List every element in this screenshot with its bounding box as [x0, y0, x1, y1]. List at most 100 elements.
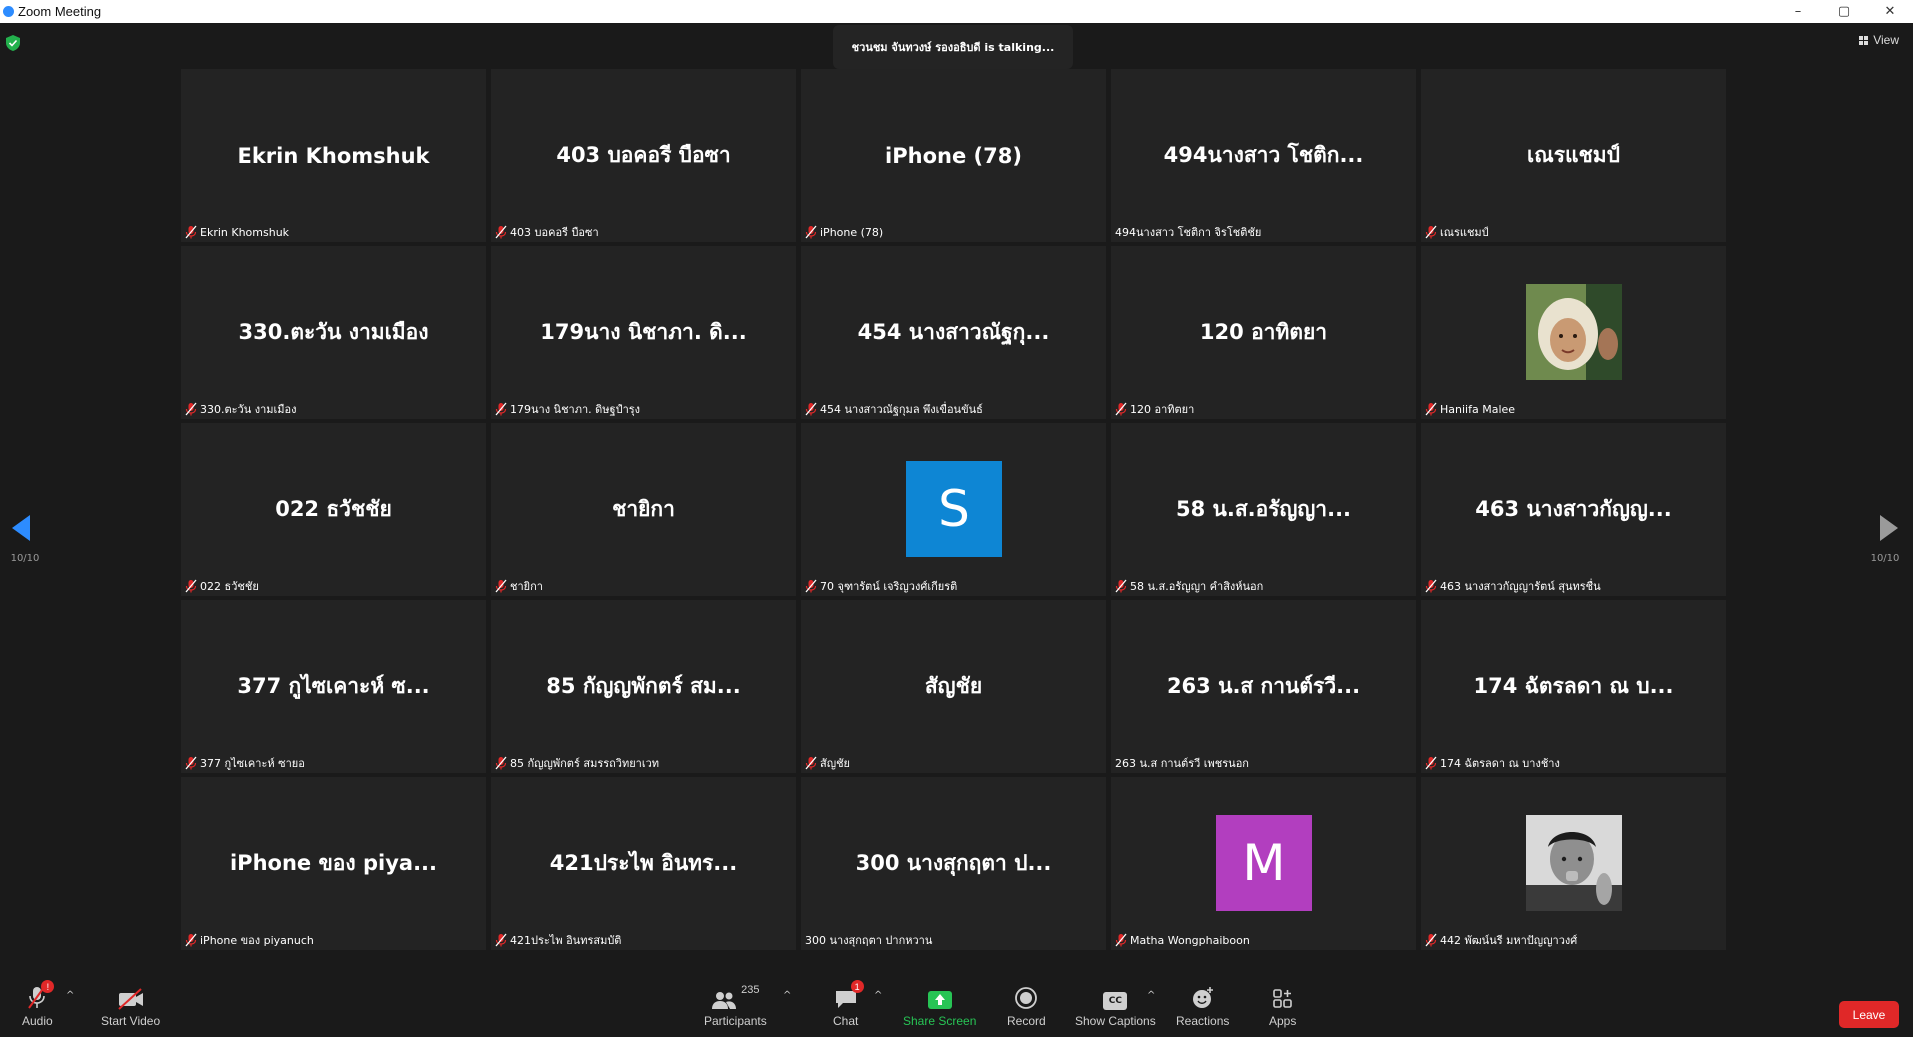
next-page-nav[interactable]: 10/10 — [1860, 513, 1910, 564]
participant-name-label: 494นางสาว โชติกา จิรโชติชัย — [1115, 224, 1261, 240]
mic-muted-icon — [185, 579, 197, 593]
record-button[interactable]: Record — [1007, 984, 1046, 1028]
window-titlebar: Zoom Meeting – ▢ ✕ — [0, 0, 1913, 23]
share-screen-icon — [927, 984, 953, 1010]
audio-label: Audio — [22, 1014, 53, 1028]
participant-tile[interactable]: 494นางสาว โชติก... 494นางสาว โชติกา จิรโช… — [1111, 69, 1416, 242]
participant-tile[interactable]: 442 พัฒน์นรี มหาปัญญาวงศ์ — [1421, 777, 1726, 950]
participants-label: Participants — [704, 1014, 767, 1028]
mic-muted-icon — [805, 225, 817, 239]
security-shield-icon[interactable] — [6, 35, 20, 51]
participant-name-label: เณรแชมป์ — [1425, 224, 1489, 240]
audio-button[interactable]: ! Audio — [22, 980, 55, 1028]
participant-name-display: 022 ธวัชชัย — [275, 497, 392, 521]
participant-name: 463 นางสาวกัญญารัตน์ สุนทรชื่น — [1440, 580, 1601, 593]
participant-tile[interactable]: 454 นางสาวณัฐกุ... 454 นางสาวณัฐกุมล พึงเ… — [801, 246, 1106, 419]
participant-tile[interactable]: ชายิกา ชายิกา — [491, 423, 796, 596]
record-icon — [1014, 984, 1038, 1010]
mic-muted-icon — [495, 402, 507, 416]
mic-muted-icon — [185, 225, 197, 239]
participant-tile[interactable]: S 70 จุฑารัตน์ เจริญวงศ์เกียรติ — [801, 423, 1106, 596]
participant-tile[interactable]: 463 นางสาวกัญญ... 463 นางสาวกัญญารัตน์ สุ… — [1421, 423, 1726, 596]
participant-tile[interactable]: M Matha Wongphaiboon — [1111, 777, 1416, 950]
start-video-button[interactable]: Start Video — [101, 984, 160, 1028]
participant-tile[interactable]: 263 น.ส กานต์รวี... 263 น.ส กานต์รวี เพชร… — [1111, 600, 1416, 773]
mic-muted-icon — [185, 756, 197, 770]
chat-options-caret-icon[interactable]: ^ — [874, 990, 882, 1001]
participant-name-display: 179นาง นิชาภา. ดิ... — [540, 320, 747, 344]
mic-muted-icon — [805, 756, 817, 770]
participants-count: 235 — [741, 984, 760, 996]
participant-tile[interactable]: 58 น.ส.อรัญญา... 58 น.ส.อรัญญา คำสิงห์นอก — [1111, 423, 1416, 596]
participant-name-display: 421ประไพ อินทร... — [549, 851, 738, 875]
participant-tile[interactable]: Ekrin Khomshuk Ekrin Khomshuk — [181, 69, 486, 242]
restore-button[interactable]: ▢ — [1821, 0, 1867, 23]
chat-button[interactable]: 1 Chat — [833, 980, 864, 1028]
participant-name-label: 300 นางสุกฤตา ปากหวาน — [805, 932, 932, 948]
participant-tile[interactable]: 174 ฉัตรลดา ณ บ... 174 ฉัตรลดา ณ บางช้าง — [1421, 600, 1726, 773]
next-page-arrow-icon[interactable] — [1860, 513, 1910, 543]
participant-tile[interactable]: 421ประไพ อินทร... 421ประไพ อินทรสมบัติ — [491, 777, 796, 950]
participants-button[interactable]: 235 Participants — [704, 984, 767, 1028]
participant-photo — [1526, 815, 1622, 911]
mic-muted-icon — [1115, 933, 1127, 947]
participant-tile[interactable]: 022 ธวัชชัย 022 ธวัชชัย — [181, 423, 486, 596]
chat-icon: 1 — [834, 980, 864, 1010]
participant-name-display: 377 กูไซเคาะห์ ซ... — [237, 674, 430, 698]
leave-button[interactable]: Leave — [1839, 1001, 1899, 1028]
participant-name: 58 น.ส.อรัญญา คำสิงห์นอก — [1130, 580, 1264, 593]
reactions-button[interactable]: Reactions — [1176, 984, 1229, 1028]
participant-tile[interactable]: Haniifa Malee — [1421, 246, 1726, 419]
prev-page-arrow-icon[interactable] — [0, 513, 50, 543]
participant-name-label: 421ประไพ อินทรสมบัติ — [495, 932, 621, 948]
participant-tile[interactable]: 85 กัญญพักตร์ สม... 85 กัญญพักตร์ สมรรถวิ… — [491, 600, 796, 773]
participants-options-caret-icon[interactable]: ^ — [783, 990, 791, 1001]
participant-tile[interactable]: iPhone (78) iPhone (78) — [801, 69, 1106, 242]
participant-tile[interactable]: iPhone ของ piya... iPhone ของ piyanuch — [181, 777, 486, 950]
participant-name-label: Ekrin Khomshuk — [185, 224, 289, 240]
participant-name-label: iPhone ของ piyanuch — [185, 932, 314, 948]
apps-icon — [1272, 984, 1294, 1010]
participant-name-display: iPhone (78) — [885, 143, 1022, 168]
participant-name-label: iPhone (78) — [805, 224, 883, 240]
share-screen-button[interactable]: Share Screen — [903, 984, 976, 1028]
participant-tile[interactable]: 300 นางสุกฤตา ป... 300 นางสุกฤตา ปากหวาน — [801, 777, 1106, 950]
participant-tile[interactable]: 403 บอคอรี บือซา 403 บอคอรี บือซา — [491, 69, 796, 242]
video-off-icon — [117, 984, 145, 1010]
zoom-logo-icon — [3, 6, 14, 17]
participant-name-label: 174 ฉัตรลดา ณ บางช้าง — [1425, 755, 1560, 771]
participant-name: 174 ฉัตรลดา ณ บางช้าง — [1440, 757, 1560, 770]
prev-page-count: 10/10 — [10, 553, 40, 564]
apps-button[interactable]: Apps — [1269, 984, 1296, 1028]
participant-tile[interactable]: เณรแชมป์ เณรแชมป์ — [1421, 69, 1726, 242]
reactions-label: Reactions — [1176, 1014, 1230, 1028]
cc-glyph: CC — [1103, 992, 1128, 1010]
participant-name: 421ประไพ อินทรสมบัติ — [510, 934, 622, 947]
show-captions-button[interactable]: CC Show Captions — [1075, 984, 1156, 1028]
mic-muted-icon — [1425, 579, 1437, 593]
chat-unread-badge: 1 — [850, 980, 864, 993]
participant-name-label: Matha Wongphaiboon — [1115, 932, 1250, 948]
prev-page-nav[interactable]: 10/10 — [0, 513, 50, 564]
captions-options-caret-icon[interactable]: ^ — [1147, 990, 1155, 1001]
view-button[interactable]: View — [1859, 33, 1899, 47]
participant-name: ชายิกา — [510, 580, 543, 593]
participant-avatar: S — [906, 461, 1002, 557]
participant-tile[interactable]: 330.ตะวัน งามเมือง 330.ตะวัน งามเมือง — [181, 246, 486, 419]
participant-name-label: ชายิกา — [495, 578, 543, 594]
mic-muted-icon — [185, 402, 197, 416]
participant-name-display: iPhone ของ piya... — [229, 851, 438, 875]
participant-tile[interactable]: 377 กูไซเคาะห์ ซ... 377 กูไซเคาะห์ ซายอ — [181, 600, 486, 773]
minimize-button[interactable]: – — [1775, 0, 1821, 23]
participant-tile[interactable]: 179นาง นิชาภา. ดิ... 179นาง นิชาภา. ดิษฐป… — [491, 246, 796, 419]
mic-muted-icon — [185, 933, 197, 947]
close-button[interactable]: ✕ — [1867, 0, 1913, 23]
participant-tile[interactable]: 120 อาทิตยา 120 อาทิตยา — [1111, 246, 1416, 419]
mic-muted-icon — [1425, 225, 1437, 239]
participant-tile[interactable]: สัญชัย สัญชัย — [801, 600, 1106, 773]
participant-name-display: 403 บอคอรี บือซา — [556, 143, 731, 167]
participant-name-label: 120 อาทิตยา — [1115, 401, 1194, 417]
participants-icon: 235 — [711, 984, 760, 1010]
window-title: Zoom Meeting — [18, 4, 102, 19]
audio-options-caret-icon[interactable]: ^ — [66, 990, 74, 1001]
